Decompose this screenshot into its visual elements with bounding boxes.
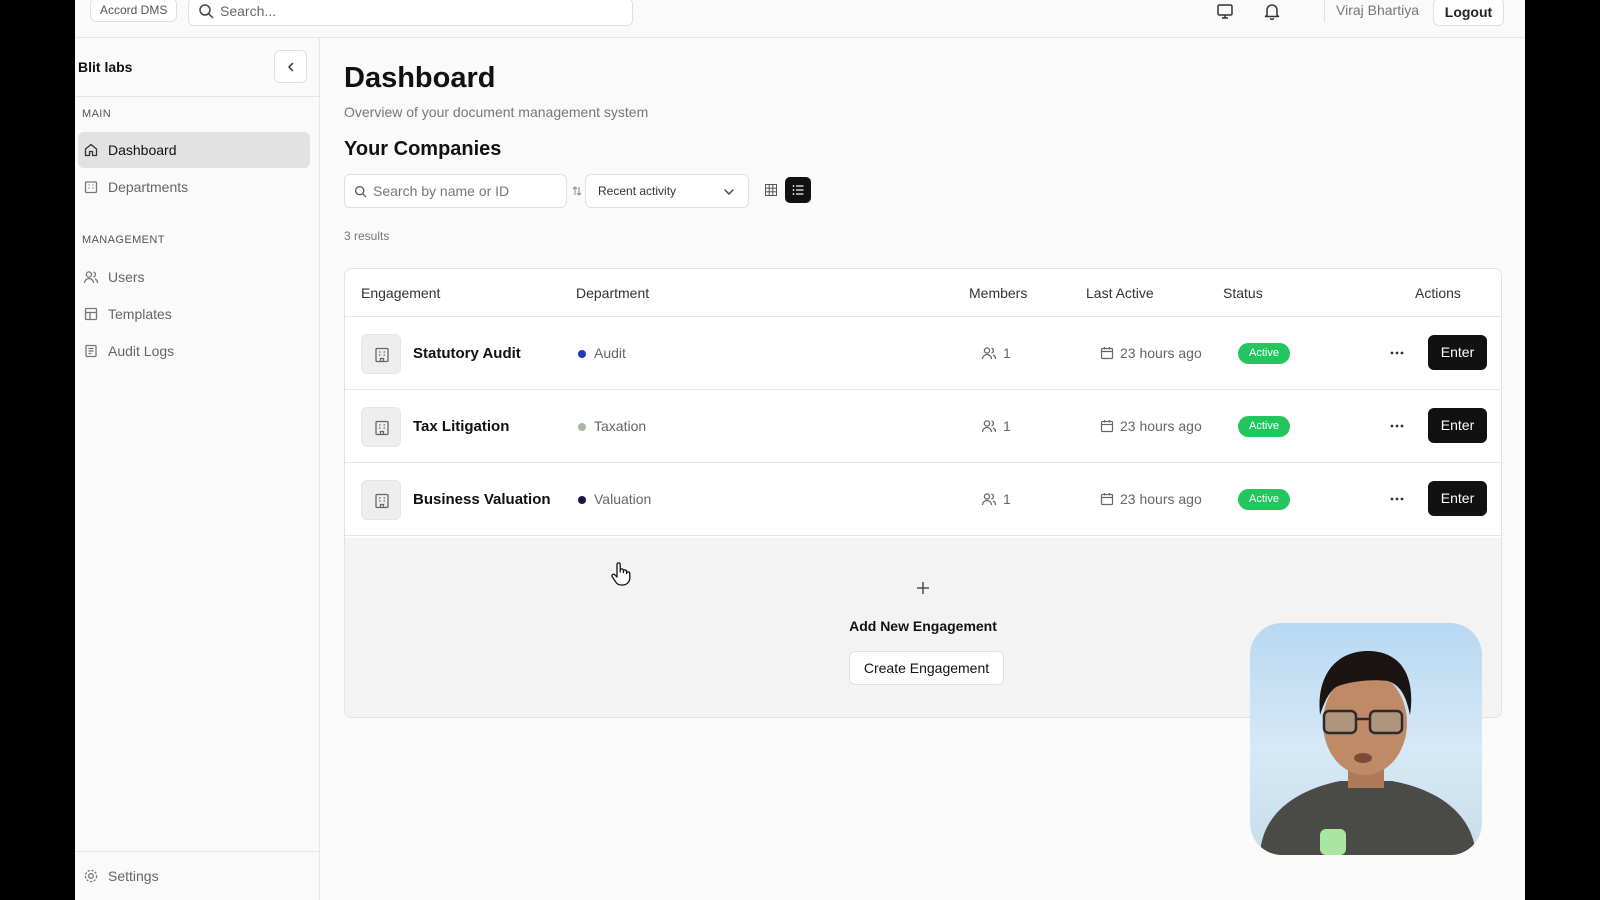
department-dot bbox=[578, 496, 586, 504]
engagement-name[interactable]: Tax Litigation bbox=[413, 418, 509, 435]
grid-icon bbox=[765, 184, 777, 196]
section-title: Your Companies bbox=[344, 138, 502, 160]
sort-icon bbox=[572, 186, 582, 196]
sidebar-item-label: Departments bbox=[108, 179, 189, 195]
org-name: Blit labs bbox=[78, 59, 133, 75]
enter-button[interactable]: Enter bbox=[1428, 335, 1487, 370]
status-badge: Active bbox=[1238, 489, 1290, 510]
calendar-icon bbox=[1100, 347, 1114, 360]
sidebar-item-dashboard[interactable]: Dashboard bbox=[78, 132, 310, 168]
create-engagement-button[interactable]: Create Engagement bbox=[849, 651, 1004, 685]
company-search[interactable] bbox=[344, 174, 567, 208]
sidebar-item-label: Templates bbox=[108, 306, 172, 322]
building-icon bbox=[84, 181, 98, 194]
log-icon bbox=[85, 344, 97, 358]
user-name: Viraj Bhartiya bbox=[1336, 2, 1420, 18]
topbar-divider bbox=[1324, 0, 1325, 22]
sidebar-item-label: Settings bbox=[108, 868, 159, 884]
members-icon bbox=[981, 347, 997, 360]
column-header-last-active: Last Active bbox=[1086, 285, 1154, 301]
sidebar-item-templates[interactable]: Templates bbox=[78, 296, 310, 332]
table-header: Engagement Department Members Last Activ… bbox=[345, 269, 1501, 317]
engagement-name[interactable]: Statutory Audit bbox=[413, 345, 521, 362]
building-icon bbox=[361, 334, 401, 374]
page-subtitle: Overview of your document management sys… bbox=[344, 104, 649, 120]
more-options-icon[interactable] bbox=[1385, 487, 1409, 511]
results-count: 3 results bbox=[344, 229, 390, 243]
sidebar-item-departments[interactable]: Departments bbox=[78, 169, 310, 205]
users-icon bbox=[83, 271, 99, 284]
sidebar-item-label: Audit Logs bbox=[108, 343, 175, 359]
members-icon bbox=[981, 420, 997, 433]
department-name: Taxation bbox=[594, 418, 647, 434]
last-active: 23 hours ago bbox=[1120, 418, 1202, 434]
column-header-actions: Actions bbox=[1415, 285, 1461, 301]
page-title: Dashboard bbox=[344, 62, 496, 94]
engagement-name[interactable]: Business Valuation bbox=[413, 491, 551, 508]
members-count: 1 bbox=[1003, 418, 1011, 434]
app-brand-chip[interactable]: Accord DMS bbox=[90, 0, 178, 22]
sidebar-item-label: Dashboard bbox=[108, 142, 177, 158]
enter-button[interactable]: Enter bbox=[1428, 481, 1487, 516]
presenter-avatar bbox=[1260, 651, 1476, 855]
table-row[interactable]: Tax Litigation Taxation 1 23 hours ago A… bbox=[345, 390, 1501, 463]
sidebar-divider bbox=[75, 96, 320, 97]
members-count: 1 bbox=[1003, 345, 1011, 361]
column-header-status: Status bbox=[1223, 285, 1263, 301]
home-icon bbox=[84, 143, 98, 157]
last-active: 23 hours ago bbox=[1120, 345, 1202, 361]
building-icon bbox=[361, 407, 401, 447]
template-icon bbox=[84, 307, 98, 321]
global-search-input[interactable] bbox=[220, 1, 620, 21]
column-header-members: Members bbox=[969, 285, 1028, 301]
more-options-icon[interactable] bbox=[1385, 341, 1409, 365]
plus-icon bbox=[917, 582, 929, 594]
department-dot bbox=[578, 423, 586, 431]
bell-icon[interactable] bbox=[1262, 1, 1282, 21]
chevron-down-icon bbox=[724, 189, 734, 195]
collapse-sidebar-button[interactable] bbox=[274, 50, 307, 83]
department-dot bbox=[578, 350, 586, 358]
search-icon bbox=[199, 4, 214, 19]
section-label-management: MANAGEMENT bbox=[82, 234, 165, 246]
column-header-engagement: Engagement bbox=[361, 285, 441, 301]
sidebar-footer-divider bbox=[75, 851, 320, 852]
enter-button[interactable]: Enter bbox=[1428, 408, 1487, 443]
sidebar-item-label: Users bbox=[108, 269, 145, 285]
calendar-icon bbox=[1100, 493, 1114, 506]
company-search-input[interactable] bbox=[373, 182, 558, 200]
webcam-overlay bbox=[1250, 623, 1482, 855]
monitor-icon[interactable] bbox=[1215, 1, 1235, 21]
list-view-button[interactable] bbox=[785, 177, 811, 203]
department-name: Valuation bbox=[594, 491, 652, 507]
members-count: 1 bbox=[1003, 491, 1011, 507]
table-row[interactable]: Statutory Audit Audit 1 23 hours ago Act… bbox=[345, 317, 1501, 390]
list-icon bbox=[792, 185, 804, 195]
hand-cursor-icon bbox=[611, 562, 631, 586]
table-row[interactable]: Business Valuation Valuation 1 23 hours … bbox=[345, 463, 1501, 536]
sidebar-item-settings[interactable]: Settings bbox=[78, 858, 310, 894]
sidebar: Blit labs MAIN Dashboard Departments MAN… bbox=[75, 38, 320, 900]
column-header-department: Department bbox=[576, 285, 650, 301]
logout-button[interactable]: Logout bbox=[1433, 0, 1504, 26]
section-label-main: MAIN bbox=[82, 108, 112, 120]
last-active: 23 hours ago bbox=[1120, 491, 1202, 507]
status-badge: Active bbox=[1238, 343, 1290, 364]
grid-view-button[interactable] bbox=[758, 177, 784, 203]
members-icon bbox=[981, 493, 997, 506]
sort-select-value: Recent activity bbox=[598, 184, 677, 198]
sort-select[interactable]: Recent activity bbox=[585, 174, 749, 208]
sidebar-item-users[interactable]: Users bbox=[78, 259, 310, 295]
gear-icon bbox=[84, 869, 98, 883]
more-options-icon[interactable] bbox=[1385, 414, 1409, 438]
department-name: Audit bbox=[594, 345, 626, 361]
sidebar-item-audit-logs[interactable]: Audit Logs bbox=[78, 333, 310, 369]
global-search[interactable] bbox=[188, 0, 633, 26]
calendar-icon bbox=[1100, 420, 1114, 433]
top-bar: Accord DMS Viraj Bhartiya Logout bbox=[75, 0, 1525, 38]
building-icon bbox=[361, 480, 401, 520]
chevron-left-icon bbox=[288, 62, 294, 72]
search-icon bbox=[354, 185, 367, 198]
status-badge: Active bbox=[1238, 416, 1290, 437]
